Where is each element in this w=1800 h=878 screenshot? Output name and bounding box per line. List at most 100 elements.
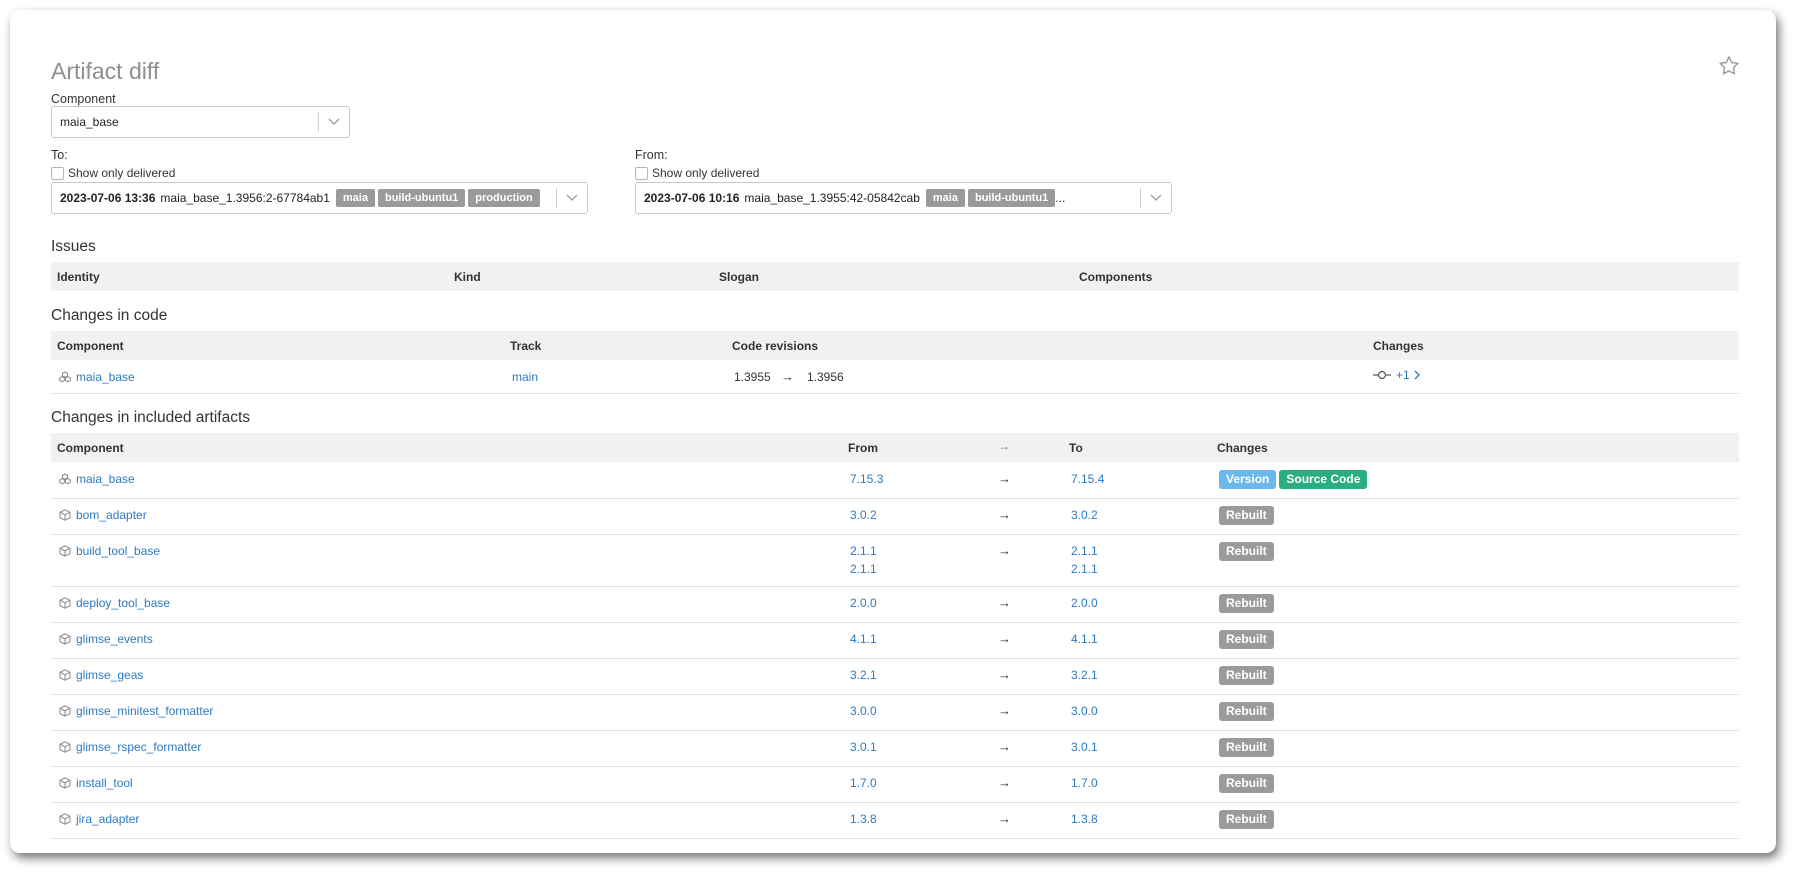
table-row: glimse_events 4.1.1 → 4.1.1 Rebuilt: [51, 622, 1739, 659]
from-version[interactable]: 3.2.1: [850, 668, 877, 682]
table-row: glimse_geas 3.2.1 → 3.2.1 Rebuilt: [51, 658, 1739, 695]
revision-from: 1.3955: [734, 370, 771, 384]
to-tag: build-ubuntu1: [377, 189, 466, 207]
changes-badges: Rebuilt: [1219, 542, 1277, 561]
rebuilt-badge[interactable]: Rebuilt: [1219, 738, 1274, 757]
component-link[interactable]: glimse_minitest_formatter: [76, 704, 213, 718]
to-version[interactable]: 3.0.1: [1071, 740, 1098, 754]
component-cell: deploy_tool_base: [59, 596, 170, 610]
to-version[interactable]: 2.1.1: [1071, 544, 1098, 558]
changes-cell[interactable]: +1: [1373, 368, 1421, 382]
source-code-badge[interactable]: Source Code: [1279, 470, 1368, 489]
from-delivered-label: Show only delivered: [652, 166, 760, 180]
to-version[interactable]: 2.1.1: [1071, 562, 1098, 576]
changes-count[interactable]: +1: [1396, 368, 1410, 382]
package-icon: [59, 777, 71, 789]
component-link[interactable]: bom_adapter: [76, 508, 147, 522]
rebuilt-badge[interactable]: Rebuilt: [1219, 542, 1274, 561]
rebuilt-badge[interactable]: Rebuilt: [1219, 774, 1274, 793]
to-delivered-checkbox[interactable]: [51, 166, 64, 180]
package-icon: [59, 633, 71, 645]
col-code-revisions: Code revisions: [732, 339, 819, 353]
to-show-only-delivered[interactable]: Show only delivered: [51, 166, 175, 180]
from-version[interactable]: 4.1.1: [850, 632, 877, 646]
component-link[interactable]: install_tool: [76, 776, 133, 790]
rebuilt-badge[interactable]: Rebuilt: [1219, 594, 1274, 613]
rebuilt-badge[interactable]: Rebuilt: [1219, 666, 1274, 685]
from-show-only-delivered[interactable]: Show only delivered: [635, 166, 759, 180]
table-row: glimse_minitest_formatter 3.0.0 → 3.0.0 Rebu…: [51, 694, 1739, 731]
from-version[interactable]: 3.0.1: [850, 740, 877, 754]
chevron-right-icon[interactable]: [1413, 370, 1421, 380]
component-cell: glimse_events: [59, 632, 153, 646]
table-row: build_tool_base 2.1.1 2.1.1 → 2.1.1 2.1.1 Rebu…: [51, 534, 1739, 587]
package-icon: [59, 597, 71, 609]
component-link[interactable]: glimse_rspec_formatter: [76, 740, 201, 754]
to-version[interactable]: 4.1.1: [1071, 632, 1098, 646]
components-icon: [59, 473, 71, 485]
package-icon: [59, 509, 71, 521]
col-identity: Identity: [57, 270, 100, 284]
from-artifact-select[interactable]: 2023-07-06 10:16 maia_base_1.3955:42-058…: [635, 182, 1172, 214]
arrow-right-icon: →: [998, 507, 1011, 522]
component-cell: glimse_rspec_formatter: [59, 740, 201, 754]
rebuilt-badge[interactable]: Rebuilt: [1219, 810, 1274, 829]
from-version[interactable]: 3.0.2: [850, 508, 877, 522]
component-link[interactable]: deploy_tool_base: [76, 596, 170, 610]
from-version[interactable]: 2.1.1: [850, 562, 877, 576]
from-version[interactable]: 2.1.1: [850, 544, 877, 558]
from-version[interactable]: 3.0.0: [850, 704, 877, 718]
chevron-down-icon[interactable]: [319, 118, 349, 126]
rebuilt-badge[interactable]: Rebuilt: [1219, 702, 1274, 721]
rebuilt-badge[interactable]: Rebuilt: [1219, 506, 1274, 525]
rebuilt-badge[interactable]: Rebuilt: [1219, 630, 1274, 649]
from-version[interactable]: 7.15.3: [850, 472, 883, 486]
component-link[interactable]: maia_base: [76, 472, 135, 486]
from-version[interactable]: 1.3.8: [850, 812, 877, 826]
to-version[interactable]: 3.0.0: [1071, 704, 1098, 718]
to-artifact-select[interactable]: 2023-07-06 13:36 maia_base_1.3956:2-6778…: [51, 182, 588, 214]
to-tag: production: [468, 189, 540, 207]
from-tag: build-ubuntu1: [967, 189, 1056, 207]
from-version[interactable]: 1.7.0: [850, 776, 877, 790]
arrow-right-icon: →: [998, 703, 1011, 718]
component-link[interactable]: build_tool_base: [76, 544, 160, 558]
to-version[interactable]: 7.15.4: [1071, 472, 1104, 486]
arrow-right-icon: →: [781, 369, 794, 384]
to-version[interactable]: 3.0.2: [1071, 508, 1098, 522]
component-cell: glimse_minitest_formatter: [59, 704, 213, 718]
to-version[interactable]: 1.7.0: [1071, 776, 1098, 790]
star-icon[interactable]: [1717, 54, 1741, 78]
table-row: install_tool 1.7.0 → 1.7.0 Rebuilt: [51, 766, 1739, 803]
col-slogan: Slogan: [719, 270, 760, 284]
chevron-down-icon[interactable]: [1141, 194, 1171, 202]
to-version[interactable]: 1.3.8: [1071, 812, 1098, 826]
from-version[interactable]: 2.0.0: [850, 596, 877, 610]
changes-badges: Rebuilt: [1219, 702, 1277, 721]
component-select[interactable]: maia_base: [51, 106, 350, 138]
table-row: deploy_tool_base 2.0.0 → 2.0.0 Rebuilt: [51, 586, 1739, 623]
component-link[interactable]: glimse_geas: [76, 668, 143, 682]
to-tag: maia: [335, 189, 375, 207]
component-link[interactable]: glimse_events: [76, 632, 153, 646]
from-delivered-checkbox[interactable]: [635, 166, 648, 180]
from-ellipsis: ...: [1055, 191, 1066, 205]
version-badge[interactable]: Version: [1219, 470, 1277, 489]
changes-badges: Rebuilt: [1219, 810, 1277, 829]
issues-table-header: Identity Kind Slogan Components: [51, 262, 1739, 291]
component-select-value: maia_base: [60, 115, 119, 129]
chevron-down-icon[interactable]: [557, 194, 587, 202]
to-version[interactable]: 2.0.0: [1071, 596, 1098, 610]
component-link[interactable]: maia_base: [76, 370, 135, 384]
to-date: 2023-07-06 13:36: [60, 191, 156, 205]
arrow-right-icon: →: [998, 739, 1011, 754]
arrow-right-icon: →: [998, 471, 1011, 486]
component-link[interactable]: jira_adapter: [76, 812, 139, 826]
code-changes-header: Component Track Code revisions Changes: [51, 331, 1739, 360]
to-version[interactable]: 3.2.1: [1071, 668, 1098, 682]
track-link[interactable]: main: [512, 370, 538, 384]
from-tag: maia: [925, 189, 965, 207]
artifact-changes-header: Component From → To Changes: [51, 433, 1739, 462]
col-component: Component: [57, 339, 124, 353]
col-kind: Kind: [454, 270, 481, 284]
